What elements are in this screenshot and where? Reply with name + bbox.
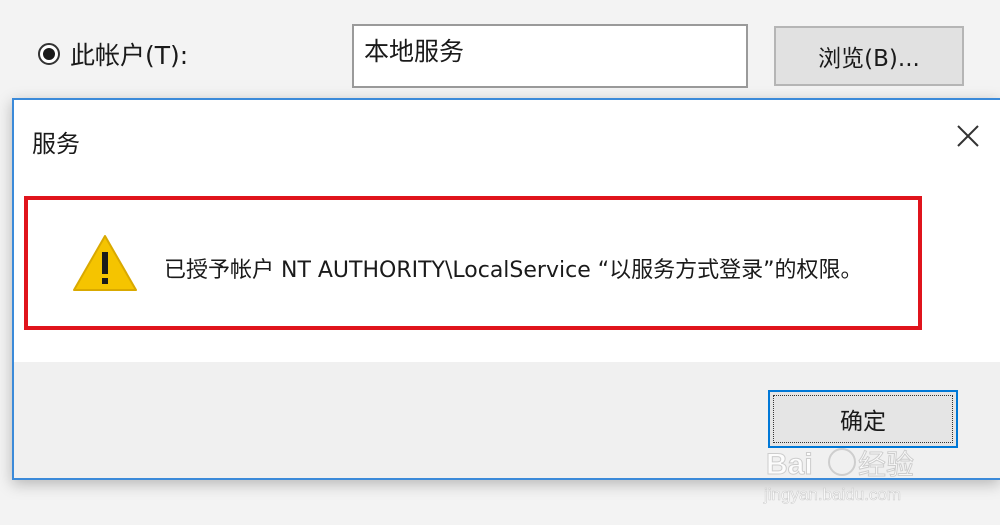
svg-text:jingyan.baidu.com: jingyan.baidu.com [763, 485, 901, 504]
close-icon [957, 125, 979, 147]
baidu-logo-icon: Bai 经验 jingyan.baidu.com [763, 448, 915, 505]
browse-button[interactable]: 浏览(B)... [774, 26, 964, 86]
account-input[interactable]: 本地服务 [352, 24, 748, 88]
this-account-label: 此帐户(T): [70, 41, 189, 70]
baidu-watermark: Bai 经验 jingyan.baidu.com [760, 440, 960, 510]
dialog-message: 已授予帐户 NT AUTHORITY\LocalService “以服务方式登录… [164, 258, 863, 283]
this-account-radio-row[interactable]: 此帐户(T): [38, 36, 188, 72]
dialog-title: 服务 [32, 130, 80, 158]
this-account-radio[interactable] [38, 43, 60, 65]
svg-text:Bai: Bai [766, 448, 813, 481]
svg-text:经验: 经验 [858, 448, 914, 481]
radio-selected-dot [43, 48, 55, 60]
warning-icon [73, 235, 137, 291]
ok-button-label: 确定 [840, 409, 886, 435]
close-button[interactable] [950, 118, 986, 154]
services-message-dialog: 服务 已授予帐户 NT AUTHORITY\LocalService “以服务方… [12, 98, 1000, 480]
message-highlight-box: 已授予帐户 NT AUTHORITY\LocalService “以服务方式登录… [24, 196, 922, 330]
